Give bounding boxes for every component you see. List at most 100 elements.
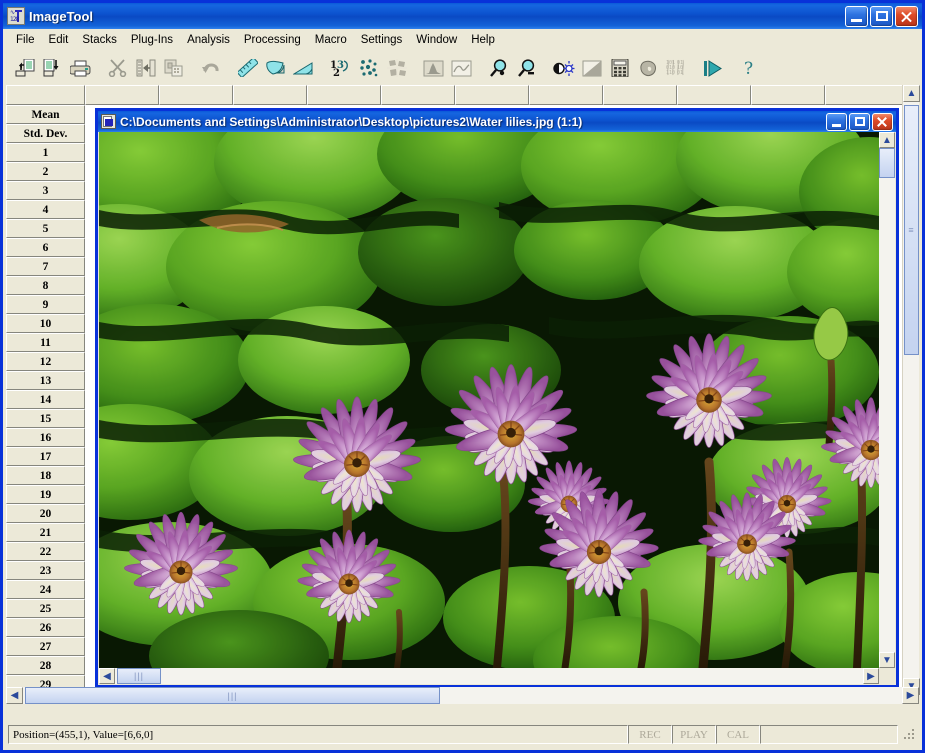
results-row-header[interactable]: 28	[6, 656, 85, 675]
column-header-cell[interactable]	[159, 85, 233, 105]
cut-icon[interactable]	[104, 55, 131, 81]
close-button[interactable]	[872, 112, 893, 131]
print-icon[interactable]	[67, 55, 94, 81]
menu-item-processing[interactable]: Processing	[237, 32, 308, 48]
minimize-button[interactable]	[826, 112, 847, 131]
results-row-header[interactable]: 7	[6, 257, 85, 276]
angle-measure-icon[interactable]	[290, 55, 317, 81]
paste-icon[interactable]	[160, 55, 187, 81]
column-header-cell[interactable]	[233, 85, 307, 105]
column-header-cell[interactable]	[381, 85, 455, 105]
menu-item-stacks[interactable]: Stacks	[75, 32, 124, 48]
brightness-contrast-icon[interactable]	[550, 55, 577, 81]
results-row-header[interactable]: 10	[6, 314, 85, 333]
menu-item-plug-ins[interactable]: Plug-Ins	[124, 32, 180, 48]
results-row-header[interactable]: 6	[6, 238, 85, 257]
scroll-left-arrow[interactable]: ◀	[99, 668, 115, 684]
results-row-header[interactable]: 17	[6, 447, 85, 466]
workspace-vertical-scrollbar[interactable]: ▲ ≡ ▼	[902, 85, 920, 695]
scroll-right-arrow[interactable]: ▶	[902, 687, 919, 704]
maximize-button[interactable]	[849, 112, 870, 131]
results-row-header[interactable]: 23	[6, 561, 85, 580]
results-row-header[interactable]: Mean	[6, 105, 85, 124]
results-row-header[interactable]: 4	[6, 200, 85, 219]
window-resize-grip[interactable]	[902, 727, 917, 742]
results-row-header[interactable]: Std. Dev.	[6, 124, 85, 143]
help-icon[interactable]: ?	[736, 55, 763, 81]
threshold-blob-icon[interactable]	[634, 55, 661, 81]
results-row-header[interactable]: 19	[6, 485, 85, 504]
column-header-cell[interactable]	[6, 85, 85, 105]
results-row-header[interactable]: 5	[6, 219, 85, 238]
results-row-header[interactable]: 21	[6, 523, 85, 542]
menu-item-macro[interactable]: Macro	[308, 32, 354, 48]
minimize-button[interactable]	[845, 5, 868, 27]
scroll-down-arrow[interactable]: ▼	[879, 652, 895, 668]
results-row-header[interactable]: 11	[6, 333, 85, 352]
column-header-cell[interactable]	[603, 85, 677, 105]
area-measure-icon[interactable]	[262, 55, 289, 81]
calculator-icon[interactable]	[606, 55, 633, 81]
save-image-icon[interactable]	[39, 55, 66, 81]
close-button[interactable]	[895, 5, 918, 27]
menu-item-settings[interactable]: Settings	[354, 32, 410, 48]
particle-analysis-icon[interactable]	[355, 55, 382, 81]
results-row-header[interactable]: 3	[6, 181, 85, 200]
results-row-header[interactable]: 9	[6, 295, 85, 314]
line-profile-icon[interactable]	[448, 55, 475, 81]
results-row-header[interactable]: 26	[6, 618, 85, 637]
column-header-cell[interactable]	[85, 85, 159, 105]
text-annotation-icon[interactable]: 101 010 110 01 10 01	[662, 55, 689, 81]
menu-item-help[interactable]: Help	[464, 32, 502, 48]
results-row-header[interactable]: 20	[6, 504, 85, 523]
results-row-header[interactable]: 8	[6, 276, 85, 295]
image-canvas[interactable]	[99, 132, 879, 668]
column-header-cell[interactable]	[751, 85, 825, 105]
scroll-left-arrow[interactable]: ◀	[6, 687, 23, 704]
results-row-header[interactable]: 16	[6, 428, 85, 447]
zoom-out-icon[interactable]	[513, 55, 540, 81]
object-separation-icon[interactable]	[383, 55, 410, 81]
results-row-header[interactable]: 14	[6, 390, 85, 409]
menu-item-file[interactable]: File	[9, 32, 42, 48]
image-horizontal-scrollbar[interactable]: ◀ ||| ▶	[99, 668, 879, 684]
zoom-in-icon[interactable]	[485, 55, 512, 81]
column-header-cell[interactable]	[529, 85, 603, 105]
gradient-icon[interactable]	[578, 55, 605, 81]
menu-item-window[interactable]: Window	[409, 32, 464, 48]
workspace-vertical-thumb[interactable]: ≡	[904, 105, 919, 355]
workspace-horizontal-thumb[interactable]: |||	[25, 687, 440, 704]
workspace-horizontal-scrollbar[interactable]: ◀ ||| ▶	[6, 687, 919, 704]
results-row-header[interactable]: 2	[6, 162, 85, 181]
image-vertical-scrollbar[interactable]: ▲ ▼	[879, 132, 895, 668]
status-play-panel[interactable]: PLAY	[672, 725, 716, 744]
results-row-header[interactable]: 13	[6, 371, 85, 390]
maximize-button[interactable]	[870, 5, 893, 27]
results-row-header[interactable]: 25	[6, 599, 85, 618]
column-header-cell[interactable]	[677, 85, 751, 105]
horizontal-scroll-thumb[interactable]: |||	[117, 668, 161, 684]
status-rec-panel[interactable]: REC	[628, 725, 672, 744]
results-row-header[interactable]: 15	[6, 409, 85, 428]
run-macro-icon[interactable]	[699, 55, 726, 81]
column-header-cell[interactable]	[307, 85, 381, 105]
results-row-header[interactable]: 18	[6, 466, 85, 485]
results-row-header[interactable]: 22	[6, 542, 85, 561]
open-image-icon[interactable]	[11, 55, 38, 81]
results-row-header[interactable]: 1	[6, 143, 85, 162]
vertical-scroll-thumb[interactable]	[879, 148, 895, 178]
copy-icon[interactable]	[132, 55, 159, 81]
menu-item-analysis[interactable]: Analysis	[180, 32, 237, 48]
status-cal-panel[interactable]: CAL	[716, 725, 760, 744]
scroll-up-arrow[interactable]: ▲	[903, 85, 920, 102]
histogram-icon[interactable]	[420, 55, 447, 81]
menu-item-edit[interactable]: Edit	[42, 32, 76, 48]
scroll-right-arrow[interactable]: ▶	[863, 668, 879, 684]
results-row-header[interactable]: 27	[6, 637, 85, 656]
count-objects-icon[interactable]: 1 3 2	[327, 55, 354, 81]
results-row-header[interactable]: 12	[6, 352, 85, 371]
ruler-measure-icon[interactable]	[234, 55, 261, 81]
column-header-cell[interactable]	[455, 85, 529, 105]
image-window-resize-grip[interactable]	[879, 668, 895, 684]
undo-icon[interactable]	[197, 55, 224, 81]
